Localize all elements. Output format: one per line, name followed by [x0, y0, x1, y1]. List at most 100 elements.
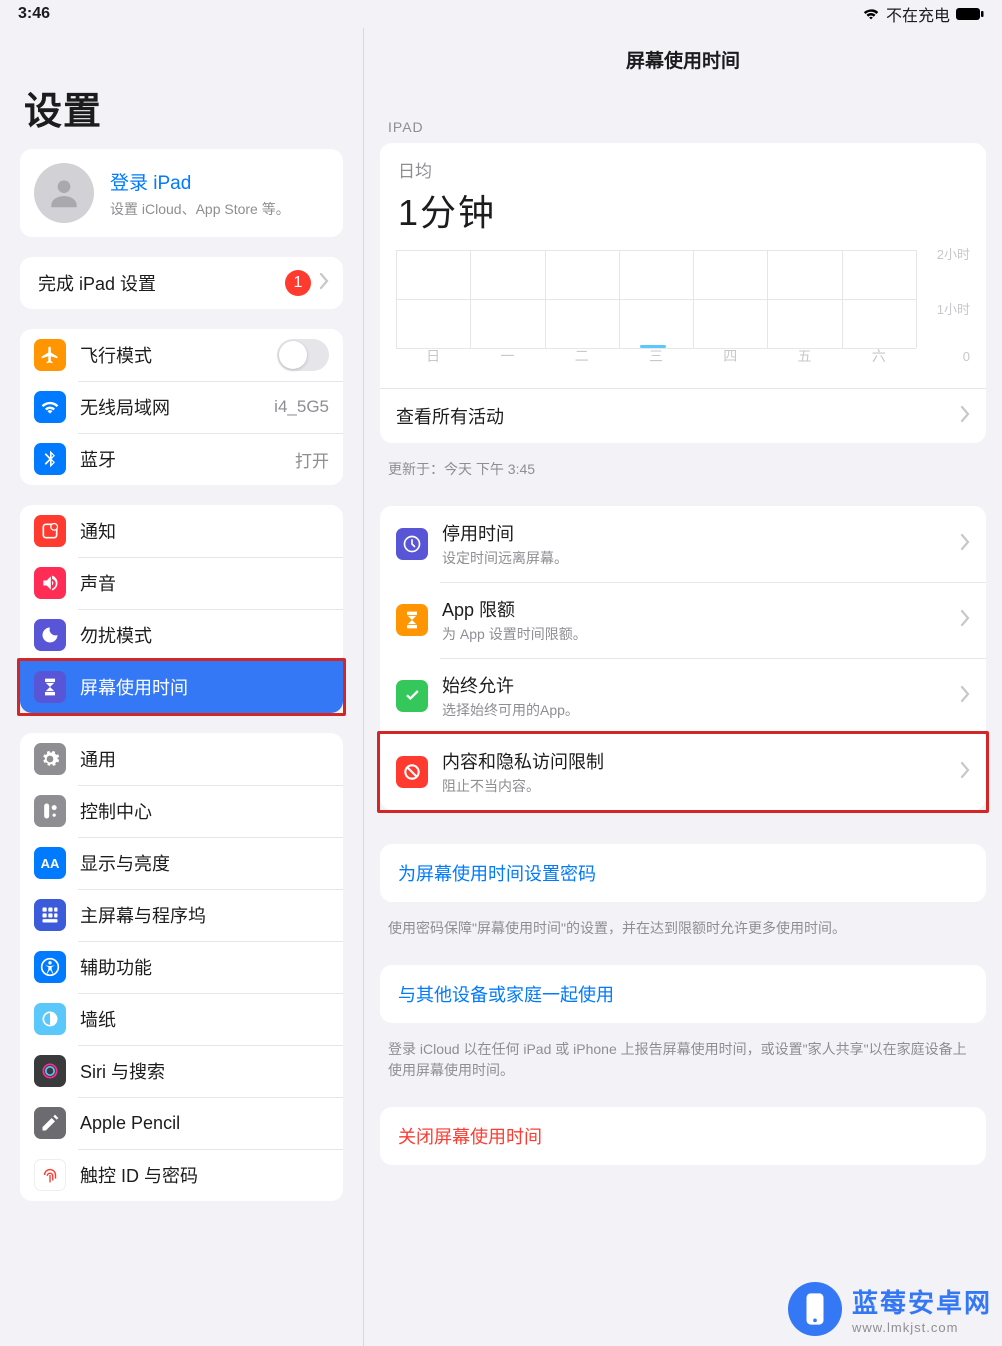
- wifi-row-icon: [34, 391, 66, 423]
- complete-setup-label: 完成 iPad 设置: [38, 270, 285, 296]
- row-always-allowed[interactable]: 始终允许选择始终可用的App。: [380, 658, 986, 734]
- downtime-icon: [396, 528, 428, 560]
- settings-sidebar: 设置 登录 iPad 设置 iCloud、App Store 等。 完成 iPa…: [0, 28, 364, 1346]
- sidebar-item-siri[interactable]: Siri 与搜索: [20, 1045, 343, 1097]
- sidebar-item-screentime[interactable]: 屏幕使用时间: [20, 661, 343, 713]
- chart-ylabel-1: 1小时: [937, 299, 970, 318]
- sidebar-item-bluetooth[interactable]: 蓝牙 打开: [20, 433, 343, 485]
- pencil-label: Apple Pencil: [80, 1113, 329, 1134]
- usage-caption: 日均: [398, 157, 968, 182]
- chart-ylabel-2: 0: [963, 349, 970, 364]
- chevron-icon: [960, 406, 970, 427]
- passcode-panel[interactable]: 为屏幕使用时间设置密码: [380, 844, 986, 902]
- options-panel: 停用时间设定时间远离屏幕。 App 限额为 App 设置时间限额。 始终允许选择…: [380, 506, 986, 734]
- usage-chart: 2小时 1小时 0 日 一 二 三 四 五 六: [396, 250, 970, 362]
- see-all-activity-row[interactable]: 查看所有活动: [380, 388, 986, 443]
- sidebar-group-2: 通知 声音 勿扰模式: [20, 505, 343, 661]
- sound-label: 声音: [80, 570, 329, 596]
- general-icon: [34, 743, 66, 775]
- sidebar-item-pencil[interactable]: Apple Pencil: [20, 1097, 343, 1149]
- screentime-label: 屏幕使用时间: [80, 674, 329, 700]
- share-note: 登录 iCloud 以在任何 iPad 或 iPhone 上报告屏幕使用时间，或…: [364, 1031, 1002, 1107]
- chevron-icon: [960, 686, 970, 707]
- bluetooth-value: 打开: [295, 447, 329, 472]
- control-label: 控制中心: [80, 798, 329, 824]
- sidebar-item-notifications[interactable]: 通知: [20, 505, 343, 557]
- home-label: 主屏幕与程序坞: [80, 902, 329, 928]
- content-restriction-highlight: 内容和隐私访问限制阻止不当内容。: [377, 731, 989, 813]
- accessibility-label: 辅助功能: [80, 954, 329, 980]
- watermark: 蓝莓安卓网 www.lmkjst.com: [788, 1282, 992, 1336]
- passcode-note: 使用密码保障"屏幕使用时间"的设置，并在达到限额时允许更多使用时间。: [364, 910, 1002, 965]
- dnd-icon: [34, 619, 66, 651]
- share-link[interactable]: 与其他设备或家庭一起使用: [380, 965, 986, 1023]
- complete-setup-card[interactable]: 完成 iPad 设置 1: [20, 257, 343, 309]
- wallpaper-icon: [34, 1003, 66, 1035]
- screentime-icon: [34, 671, 66, 703]
- content-icon: [396, 756, 428, 788]
- signin-card[interactable]: 登录 iPad 设置 iCloud、App Store 等。: [20, 149, 343, 237]
- display-icon: AA: [34, 847, 66, 879]
- dnd-label: 勿扰模式: [80, 622, 329, 648]
- wifi-label: 无线局域网: [80, 394, 268, 420]
- passcode-link[interactable]: 为屏幕使用时间设置密码: [380, 844, 986, 902]
- sidebar-item-airplane[interactable]: 飞行模式: [20, 329, 343, 381]
- touchid-icon: [34, 1159, 66, 1191]
- sidebar-item-home[interactable]: 主屏幕与程序坞: [20, 889, 343, 941]
- control-icon: [34, 795, 66, 827]
- sidebar-item-display[interactable]: AA 显示与亮度: [20, 837, 343, 889]
- home-icon: [34, 899, 66, 931]
- watermark-name: 蓝莓安卓网: [852, 1283, 992, 1320]
- chevron-icon: [960, 534, 970, 555]
- sidebar-item-dnd[interactable]: 勿扰模式: [20, 609, 343, 661]
- sidebar-item-general[interactable]: 通用: [20, 733, 343, 785]
- chevron-icon: [960, 610, 970, 631]
- watermark-logo-icon: [788, 1282, 842, 1336]
- chart-days: 日 一 二 三 四 五 六: [396, 346, 916, 366]
- sidebar-item-touchid[interactable]: 触控 ID 与密码: [20, 1149, 343, 1201]
- turnoff-panel[interactable]: 关闭屏幕使用时间: [380, 1107, 986, 1165]
- siri-icon: [34, 1055, 66, 1087]
- sidebar-title: 设置: [0, 28, 363, 149]
- airplane-label: 飞行模式: [80, 342, 277, 368]
- detail-section-header: IPAD: [364, 119, 1002, 143]
- sidebar-item-accessibility[interactable]: 辅助功能: [20, 941, 343, 993]
- airplane-toggle[interactable]: [277, 339, 329, 371]
- applimit-icon: [396, 604, 428, 636]
- bluetooth-label: 蓝牙: [80, 446, 289, 472]
- wallpaper-label: 墙纸: [80, 1006, 329, 1032]
- network-group: 飞行模式 无线局域网 i4_5G5 蓝牙 打开: [20, 329, 343, 485]
- pencil-icon: [34, 1107, 66, 1139]
- detail-pane: 屏幕使用时间 IPAD 日均 1分钟: [364, 28, 1002, 1346]
- usage-value: 1分钟: [398, 184, 968, 236]
- share-panel[interactable]: 与其他设备或家庭一起使用: [380, 965, 986, 1023]
- row-downtime[interactable]: 停用时间设定时间远离屏幕。: [380, 506, 986, 582]
- status-time: 3:46: [18, 5, 50, 23]
- row-applimit[interactable]: App 限额为 App 设置时间限额。: [380, 582, 986, 658]
- siri-label: Siri 与搜索: [80, 1058, 329, 1084]
- touchid-label: 触控 ID 与密码: [80, 1162, 329, 1188]
- screentime-highlight: 屏幕使用时间: [17, 658, 346, 716]
- display-label: 显示与亮度: [80, 850, 329, 876]
- wifi-icon: [862, 7, 880, 21]
- turnoff-link[interactable]: 关闭屏幕使用时间: [380, 1107, 986, 1165]
- always-icon: [396, 680, 428, 712]
- chevron-icon: [960, 762, 970, 783]
- bluetooth-icon: [34, 443, 66, 475]
- status-bar: 3:46 不在充电: [0, 0, 1002, 28]
- usage-panel: 日均 1分钟 2小时 1: [380, 143, 986, 443]
- status-charging: 不在充电: [886, 2, 950, 26]
- sidebar-item-wallpaper[interactable]: 墙纸: [20, 993, 343, 1045]
- see-all-label: 查看所有活动: [396, 403, 960, 429]
- general-label: 通用: [80, 746, 329, 772]
- sidebar-item-sound[interactable]: 声音: [20, 557, 343, 609]
- chart-ylabel-0: 2小时: [937, 244, 970, 263]
- wifi-value: i4_5G5: [274, 397, 329, 417]
- updated-note: 更新于：今天 下午 3:45: [364, 451, 1002, 506]
- airplane-icon: [34, 339, 66, 371]
- sidebar-item-control[interactable]: 控制中心: [20, 785, 343, 837]
- row-content-restriction[interactable]: 内容和隐私访问限制阻止不当内容。: [380, 734, 986, 810]
- battery-icon: [956, 7, 984, 21]
- sound-icon: [34, 567, 66, 599]
- sidebar-item-wifi[interactable]: 无线局域网 i4_5G5: [20, 381, 343, 433]
